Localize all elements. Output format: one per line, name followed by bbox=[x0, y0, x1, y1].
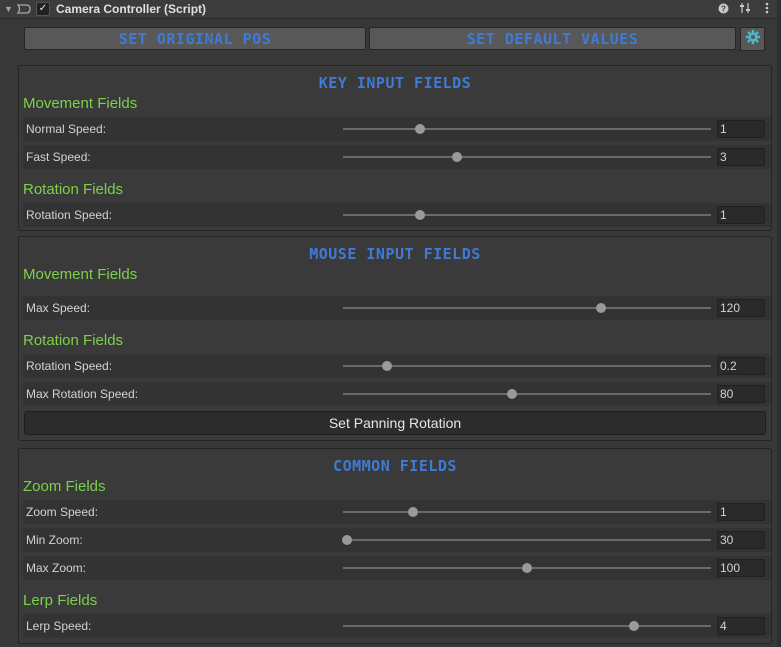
foldout-arrow-icon[interactable]: ▼ bbox=[4, 4, 14, 14]
common-panel: COMMON FIELDS Zoom Fields Zoom Speed: 1 … bbox=[18, 448, 772, 644]
max-zoom-label: Max Zoom: bbox=[26, 561, 87, 575]
max-rotation-speed-slider[interactable] bbox=[343, 389, 711, 399]
zoom-speed-field[interactable]: 1 bbox=[717, 503, 765, 521]
component-header: ▼ ✓ Camera Controller (Script) ? bbox=[0, 0, 781, 19]
max-speed-label: Max Speed: bbox=[26, 301, 91, 315]
zoom-speed-row: Zoom Speed: 1 bbox=[23, 500, 771, 524]
slider-knob[interactable] bbox=[407, 507, 418, 517]
lerp-speed-row: Lerp Speed: 4 bbox=[23, 614, 771, 638]
component-title: Camera Controller (Script) bbox=[56, 2, 207, 16]
normal-speed-slider[interactable] bbox=[343, 124, 711, 134]
slider-knob[interactable] bbox=[415, 124, 426, 134]
fast-speed-slider[interactable] bbox=[343, 152, 711, 162]
scrollbar[interactable] bbox=[777, 0, 781, 647]
settings-button[interactable] bbox=[740, 27, 765, 51]
max-zoom-field[interactable]: 100 bbox=[717, 559, 765, 577]
key-input-title: KEY INPUT FIELDS bbox=[318, 74, 472, 92]
slider-knob[interactable] bbox=[628, 621, 639, 631]
enabled-checkbox[interactable]: ✓ bbox=[36, 2, 50, 16]
mouse-rotation-speed-slider[interactable] bbox=[343, 361, 711, 371]
set-panning-rotation-button[interactable]: Set Panning Rotation bbox=[24, 411, 766, 435]
max-zoom-row: Max Zoom: 100 bbox=[23, 556, 771, 580]
max-speed-row: Max Speed: 120 bbox=[23, 296, 771, 320]
zoom-speed-slider[interactable] bbox=[343, 507, 711, 517]
lerp-heading: Lerp Fields bbox=[23, 592, 98, 609]
key-rotation-heading: Rotation Fields bbox=[23, 181, 124, 198]
mouse-rotation-heading: Rotation Fields bbox=[23, 332, 124, 349]
min-zoom-slider[interactable] bbox=[341, 535, 711, 545]
max-speed-slider[interactable] bbox=[343, 303, 711, 313]
slider-knob[interactable] bbox=[382, 361, 393, 371]
fast-speed-row: Fast Speed: 3 bbox=[23, 145, 771, 169]
presets-icon[interactable] bbox=[739, 1, 751, 15]
slider-knob[interactable] bbox=[415, 210, 426, 220]
key-input-panel: KEY INPUT FIELDS Movement Fields Normal … bbox=[18, 65, 772, 231]
zoom-speed-label: Zoom Speed: bbox=[26, 505, 99, 519]
mouse-input-title: MOUSE INPUT FIELDS bbox=[309, 245, 481, 263]
lerp-speed-slider[interactable] bbox=[343, 621, 711, 631]
script-icon bbox=[16, 3, 32, 15]
max-speed-field[interactable]: 120 bbox=[717, 299, 765, 317]
slider-knob[interactable] bbox=[595, 303, 606, 313]
gear-icon bbox=[745, 29, 761, 50]
max-rotation-speed-field[interactable]: 80 bbox=[717, 385, 765, 403]
common-title: COMMON FIELDS bbox=[333, 457, 457, 475]
min-zoom-field[interactable]: 30 bbox=[717, 531, 765, 549]
slider-knob[interactable] bbox=[507, 389, 518, 399]
slider-knob[interactable] bbox=[341, 535, 352, 545]
mouse-input-panel: MOUSE INPUT FIELDS Movement Fields Max S… bbox=[18, 236, 772, 441]
lerp-speed-label: Lerp Speed: bbox=[26, 619, 92, 633]
key-rotation-speed-slider[interactable] bbox=[343, 210, 711, 220]
mouse-rotation-speed-row: Rotation Speed: 0.2 bbox=[23, 354, 771, 378]
normal-speed-field[interactable]: 1 bbox=[717, 120, 765, 138]
key-rotation-speed-field[interactable]: 1 bbox=[717, 206, 765, 224]
more-options-icon[interactable] bbox=[761, 1, 773, 15]
max-zoom-slider[interactable] bbox=[343, 563, 711, 573]
mouse-movement-heading: Movement Fields bbox=[23, 266, 138, 283]
min-zoom-label: Min Zoom: bbox=[26, 533, 83, 547]
key-movement-heading: Movement Fields bbox=[23, 95, 138, 112]
svg-text:?: ? bbox=[721, 4, 726, 13]
slider-knob[interactable] bbox=[452, 152, 463, 162]
fast-speed-label: Fast Speed: bbox=[26, 150, 91, 164]
normal-speed-row: Normal Speed: 1 bbox=[23, 117, 771, 141]
key-rotation-speed-label: Rotation Speed: bbox=[26, 208, 113, 222]
zoom-heading: Zoom Fields bbox=[23, 478, 106, 495]
set-default-values-button[interactable]: SET DEFAULT VALUES bbox=[369, 27, 736, 50]
min-zoom-row: Min Zoom: 30 bbox=[23, 528, 771, 552]
set-original-pos-button[interactable]: SET ORIGINAL POS bbox=[24, 27, 366, 50]
slider-knob[interactable] bbox=[522, 563, 532, 573]
mouse-rotation-speed-field[interactable]: 0.2 bbox=[717, 357, 765, 375]
lerp-speed-field[interactable]: 4 bbox=[717, 617, 765, 635]
normal-speed-label: Normal Speed: bbox=[26, 122, 107, 136]
mouse-rotation-speed-label: Rotation Speed: bbox=[26, 359, 113, 373]
fast-speed-field[interactable]: 3 bbox=[717, 148, 765, 166]
help-icon[interactable]: ? bbox=[717, 1, 729, 15]
max-rotation-speed-row: Max Rotation Speed: 80 bbox=[23, 382, 771, 406]
key-rotation-speed-row: Rotation Speed: 1 bbox=[23, 203, 771, 227]
max-rotation-speed-label: Max Rotation Speed: bbox=[26, 387, 139, 401]
